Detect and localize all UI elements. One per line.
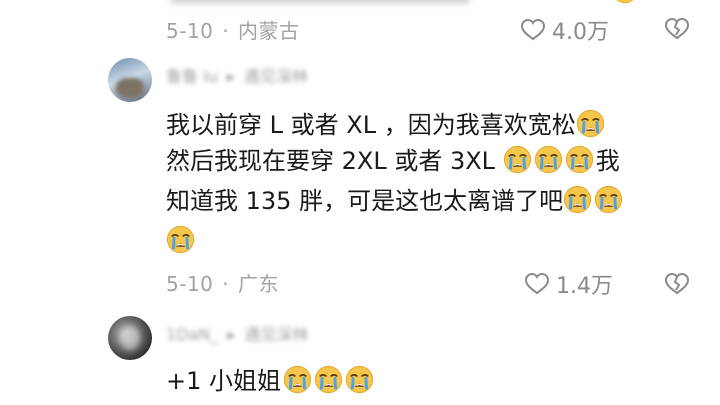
comment-date: 5-10 (166, 19, 214, 43)
comment-text-line: 知道我 135 胖，可是这也太离谱了吧 (166, 184, 625, 218)
loudly-crying-face-icon (166, 225, 195, 254)
comment-date: 5-10 (166, 272, 214, 296)
loudly-crying-face-icon (314, 365, 343, 394)
loudly-crying-face-icon (563, 185, 592, 214)
heart-outline-icon (524, 272, 550, 295)
like-count: 4.0万 (552, 20, 609, 45)
previous-comment-residue (170, 0, 470, 4)
comment-location: 内蒙古 (237, 19, 300, 43)
comment-author[interactable]: 鲁鲁 lu (166, 67, 218, 86)
comment-text-line: +1 小姐姐 (166, 364, 376, 398)
comment-author-row: 鲁鲁 lu ▸ 遇见深林 (166, 66, 308, 88)
comment-1-like-button[interactable]: 4.0万 (520, 14, 609, 46)
comment-1-meta: 5-10 · 内蒙古 (166, 19, 300, 43)
loudly-crying-face-icon (283, 365, 312, 394)
reply-to-name[interactable]: 遇见深林 (244, 67, 308, 86)
like-count: 1.4万 (556, 274, 613, 299)
avatar[interactable] (108, 58, 152, 102)
loudly-crying-face-icon (565, 145, 594, 174)
comment-2-meta: 5-10 · 广东 (166, 272, 279, 296)
loudly-crying-face-icon (612, 0, 638, 4)
comment-author-row: 1DaN_ ▸ 遇见深林 (166, 324, 309, 346)
loudly-crying-face-icon (576, 109, 605, 138)
broken-heart-icon[interactable] (664, 272, 690, 296)
reply-to-name[interactable]: 遇见深林 (245, 325, 309, 344)
loudly-crying-face-icon (534, 145, 563, 174)
comment-text-line (166, 224, 197, 258)
comment-text-line: 我以前穿 L 或者 XL ，因为我喜欢宽松 (166, 108, 607, 142)
triangle-right-icon: ▸ (227, 325, 236, 344)
avatar[interactable] (108, 316, 152, 360)
loudly-crying-face-icon (345, 365, 374, 394)
comment-text-line: 然后我现在要穿 2XL 或者 3XL 我 (166, 145, 620, 175)
heart-outline-icon (520, 18, 546, 41)
loudly-crying-face-icon (594, 185, 623, 214)
comment-author[interactable]: 1DaN_ (166, 325, 218, 344)
triangle-right-icon: ▸ (226, 67, 235, 86)
broken-heart-icon[interactable] (664, 17, 690, 41)
comment-location: 广东 (237, 272, 279, 296)
comment-2-like-button[interactable]: 1.4万 (524, 268, 613, 300)
loudly-crying-face-icon (503, 145, 532, 174)
